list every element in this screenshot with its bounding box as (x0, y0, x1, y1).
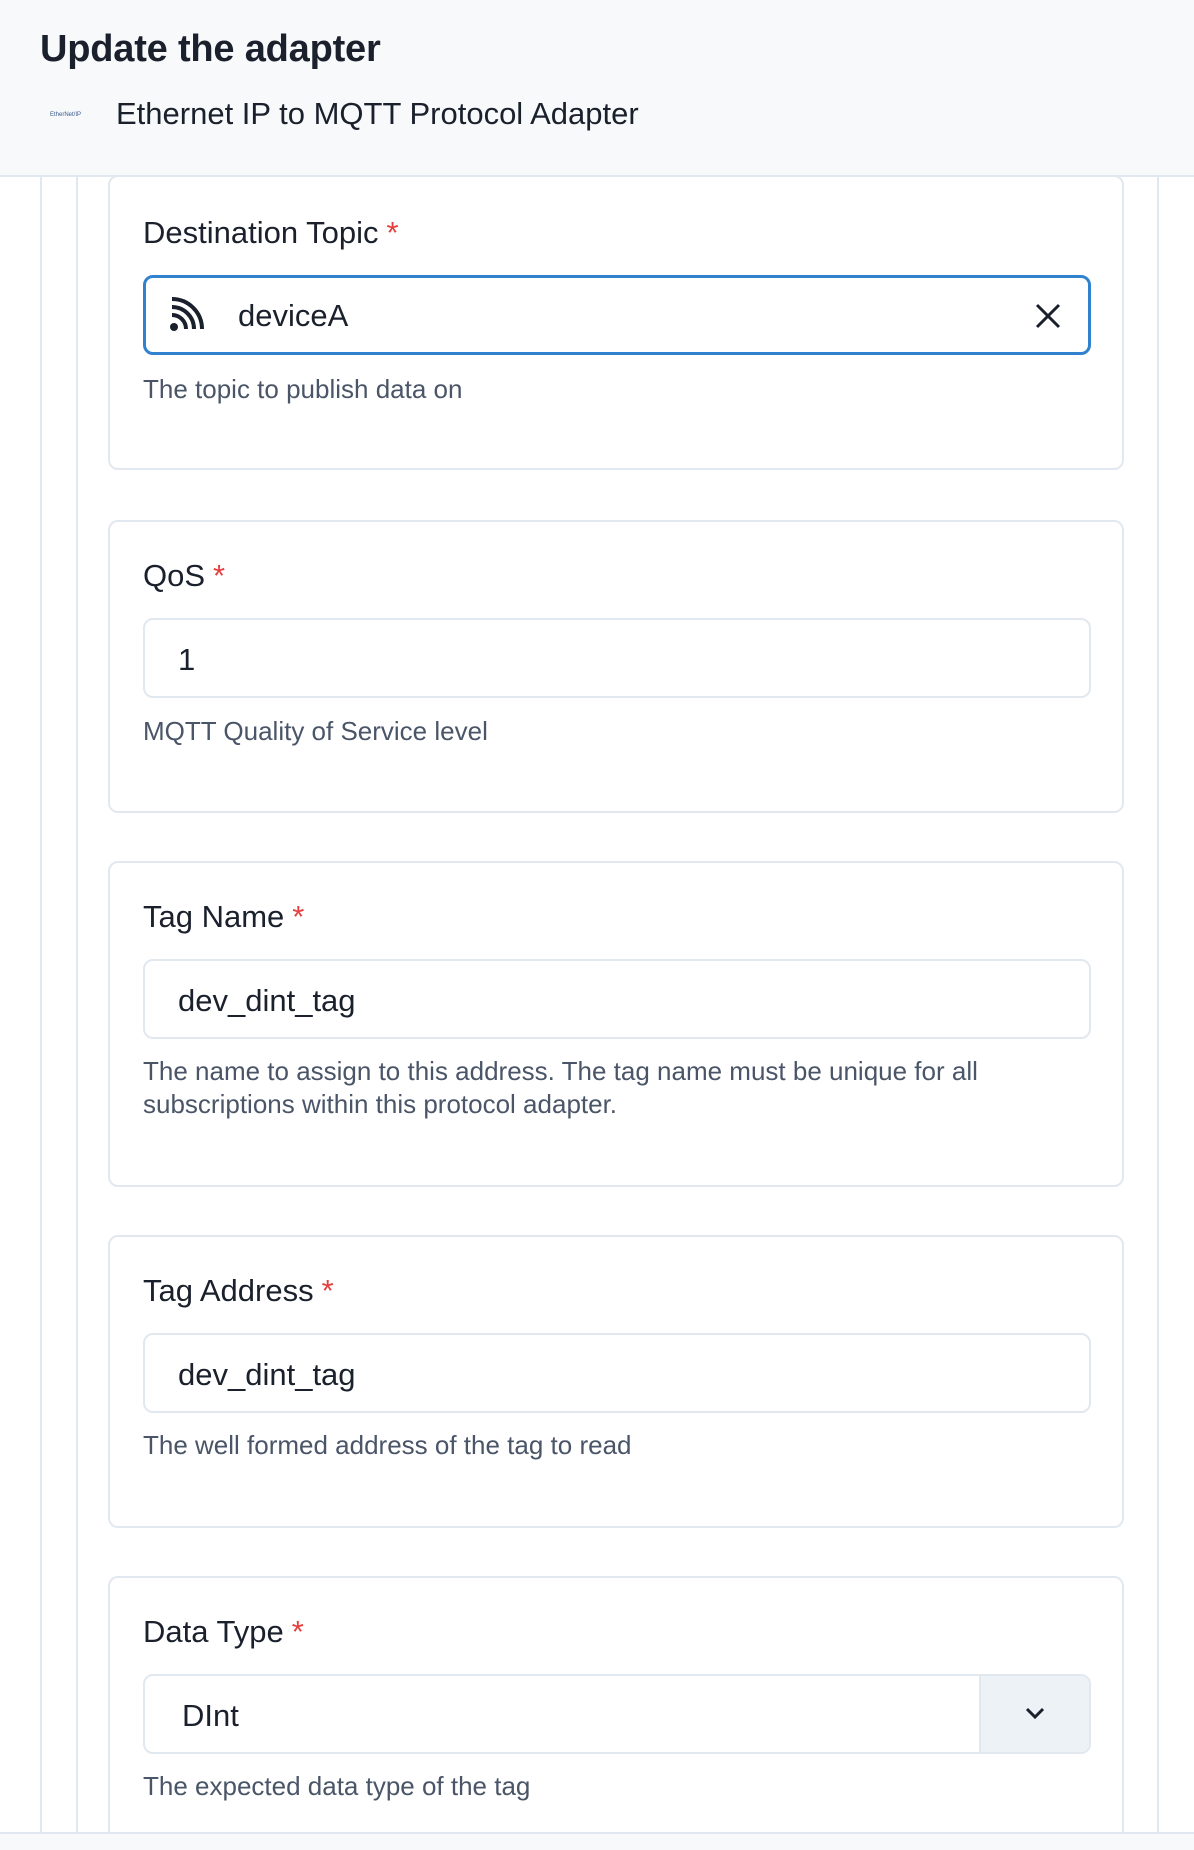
tag-name-label: Tag Name * (143, 899, 305, 934)
required-mark: * (292, 899, 305, 934)
tag-address-value: dev_dint_tag (178, 1357, 356, 1392)
page-title: Update the adapter (40, 28, 381, 70)
qos-helper: MQTT Quality of Service level (143, 716, 488, 746)
divider (1157, 177, 1159, 1832)
page-header: Update the adapter EtherNet/IP Ethernet … (0, 0, 1194, 177)
tag-address-card: Tag Address * dev_dint_tag The well forme… (108, 1235, 1124, 1528)
divider (76, 177, 78, 1832)
close-icon[interactable] (1034, 302, 1062, 330)
topic-icon (170, 297, 204, 331)
tag-name-helper: The name to assign to this address. The … (143, 1056, 978, 1119)
data-type-dropdown-toggle[interactable] (979, 1676, 1089, 1752)
qos-label: QoS * (143, 558, 226, 593)
data-type-value: DInt (182, 1698, 239, 1733)
required-mark: * (291, 1614, 304, 1649)
required-mark: * (213, 558, 226, 593)
destination-topic-value: deviceA (238, 298, 349, 333)
tag-address-label: Tag Address * (143, 1273, 334, 1308)
data-type-label: Data Type * (143, 1614, 304, 1649)
adapter-logo: EtherNet/IP (50, 112, 82, 118)
destination-topic-label: Destination Topic * (143, 215, 399, 250)
qos-card: QoS * 1 MQTT Quality of Service level (108, 520, 1124, 813)
tag-name-value: dev_dint_tag (178, 983, 356, 1018)
tag-address-input[interactable]: dev_dint_tag (143, 1333, 1091, 1413)
data-type-select[interactable]: DInt (143, 1674, 1091, 1754)
data-type-helper: The expected data type of the tag (143, 1771, 531, 1801)
adapter-name: Ethernet IP to MQTT Protocol Adapter (116, 96, 639, 131)
destination-topic-helper: The topic to publish data on (143, 374, 463, 404)
footer-bar (0, 1832, 1194, 1850)
required-mark: * (386, 215, 399, 250)
chevron-down-icon (1025, 1707, 1045, 1720)
qos-input[interactable]: 1 (143, 618, 1091, 698)
form-scroll-area[interactable]: Destination Topic * deviceA The topic to … (0, 177, 1194, 1832)
required-mark: * (321, 1273, 334, 1308)
data-type-card: Data Type * DInt The expected data type o… (108, 1576, 1124, 1832)
tag-name-input[interactable]: dev_dint_tag (143, 959, 1091, 1039)
tag-name-card: Tag Name * dev_dint_tag The name to assig… (108, 861, 1124, 1187)
destination-topic-card: Destination Topic * deviceA The topic to … (108, 177, 1124, 470)
destination-topic-input[interactable]: deviceA (143, 275, 1091, 355)
tag-address-helper: The well formed address of the tag to re… (143, 1430, 632, 1460)
qos-value: 1 (178, 642, 196, 677)
divider (40, 177, 42, 1832)
